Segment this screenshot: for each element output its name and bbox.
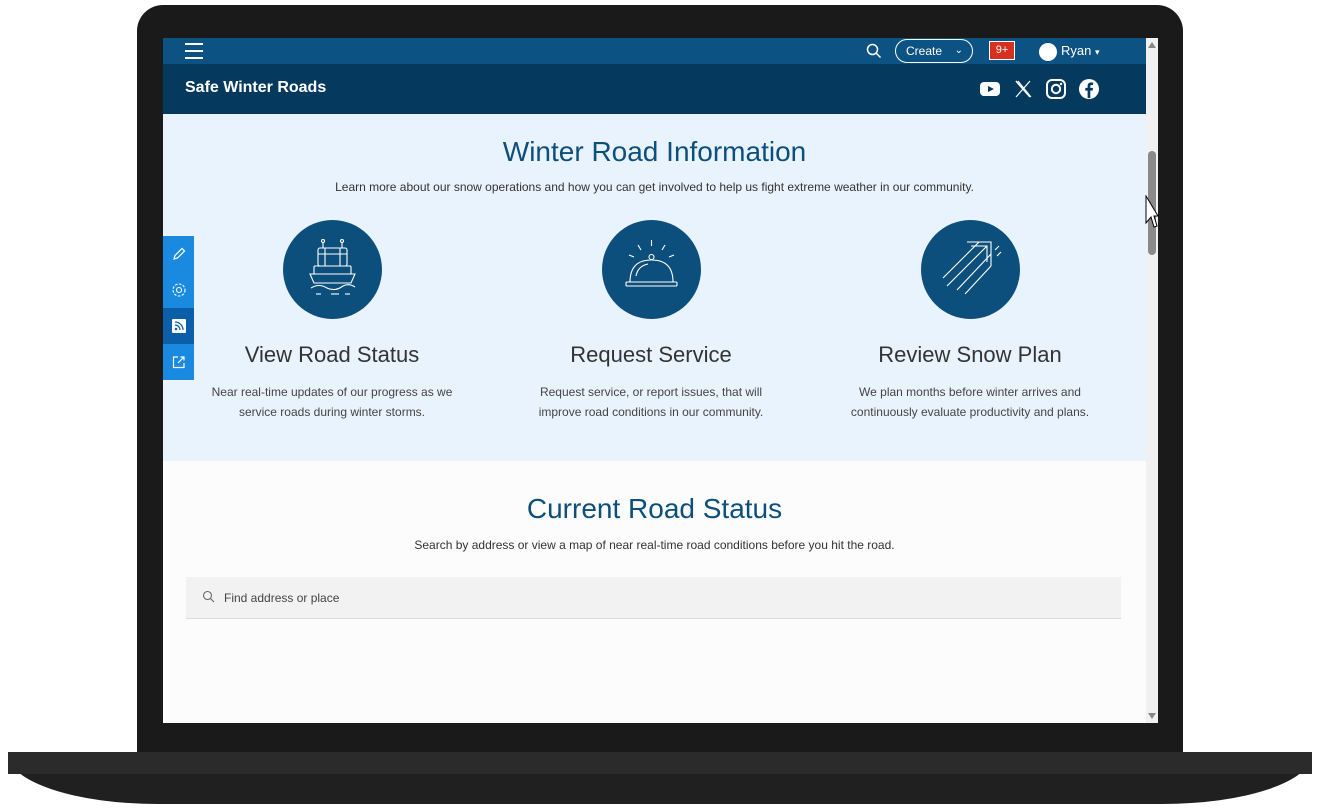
card-description: We plan months before winter arrives and…	[805, 382, 1135, 422]
search-icon	[202, 590, 215, 603]
facebook-icon[interactable]	[1078, 78, 1100, 100]
card-description: Near real-time updates of our progress a…	[167, 382, 497, 422]
search-input[interactable]	[224, 588, 1084, 608]
x-icon[interactable]	[1012, 78, 1034, 100]
side-toolbar	[163, 236, 194, 380]
section-title: Winter Road Information	[502, 136, 807, 167]
edit-button[interactable]	[163, 236, 194, 272]
settings-button[interactable]	[163, 272, 194, 308]
laptop-hinge	[8, 752, 1312, 774]
search-icon[interactable]	[866, 43, 882, 59]
site-title[interactable]: Safe Winter Roads	[185, 79, 326, 97]
instagram-icon[interactable]	[1045, 78, 1067, 100]
card-description-line: We plan months before winter arrives and	[859, 385, 1081, 399]
section-title: Current Road Status	[526, 493, 783, 524]
share-icon	[172, 356, 185, 369]
card-description-line: service roads during winter storms.	[238, 405, 426, 419]
card-description-line: Request service, or report issues, that …	[539, 385, 763, 399]
card-description: Request service, or report issues, that …	[486, 382, 816, 422]
user-name: Ryan	[1061, 43, 1092, 58]
card-title[interactable]: Review Snow Plan	[805, 342, 1135, 368]
settings-icon	[171, 283, 186, 297]
info-section: Winter Road Information Learn more about…	[163, 114, 1146, 461]
vertical-scrollbar[interactable]	[1146, 38, 1158, 723]
site-header: Safe Winter Roads	[163, 64, 1146, 114]
card-description-line: Near real-time updates of our progress a…	[211, 385, 453, 399]
top-nav-bar: Create ⌄ 9+ Ryan ▾	[163, 38, 1146, 64]
card-title[interactable]: Request Service	[486, 342, 816, 368]
create-button[interactable]: Create ⌄	[895, 39, 973, 63]
plan-arrow-icon[interactable]	[921, 220, 1020, 319]
card-description-line: improve road conditions in our community…	[538, 405, 764, 419]
user-menu[interactable]: Ryan ▾	[1039, 41, 1100, 61]
scroll-up-icon[interactable]	[1148, 42, 1156, 48]
card-description-line: continuously evaluate productivity and p…	[850, 405, 1090, 419]
service-bell-icon[interactable]	[602, 220, 701, 319]
share-button[interactable]	[163, 344, 194, 380]
mouse-pointer-icon	[1145, 195, 1159, 228]
section-subtitle: Search by address or view a map of near …	[414, 538, 895, 552]
browser-viewport: Create ⌄ 9+ Ryan ▾ Safe Winter Roads Win…	[163, 38, 1146, 723]
avatar	[1039, 42, 1057, 61]
rss-button[interactable]	[163, 308, 194, 344]
chevron-down-icon: ⌄	[954, 45, 963, 56]
snowplow-icon[interactable]	[283, 220, 382, 319]
edit-icon	[172, 247, 185, 260]
caret-down-icon: ▾	[1094, 47, 1100, 57]
section-subtitle: Learn more about our snow operations and…	[335, 180, 974, 194]
address-search[interactable]	[186, 577, 1121, 619]
youtube-icon[interactable]	[979, 78, 1001, 100]
notifications-badge[interactable]: 9+	[989, 41, 1015, 60]
scroll-down-icon[interactable]	[1148, 713, 1156, 719]
rss-icon	[171, 319, 186, 333]
hamburger-menu-icon[interactable]	[185, 43, 203, 59]
create-button-label: Create	[906, 44, 943, 58]
card-title[interactable]: View Road Status	[167, 342, 497, 368]
